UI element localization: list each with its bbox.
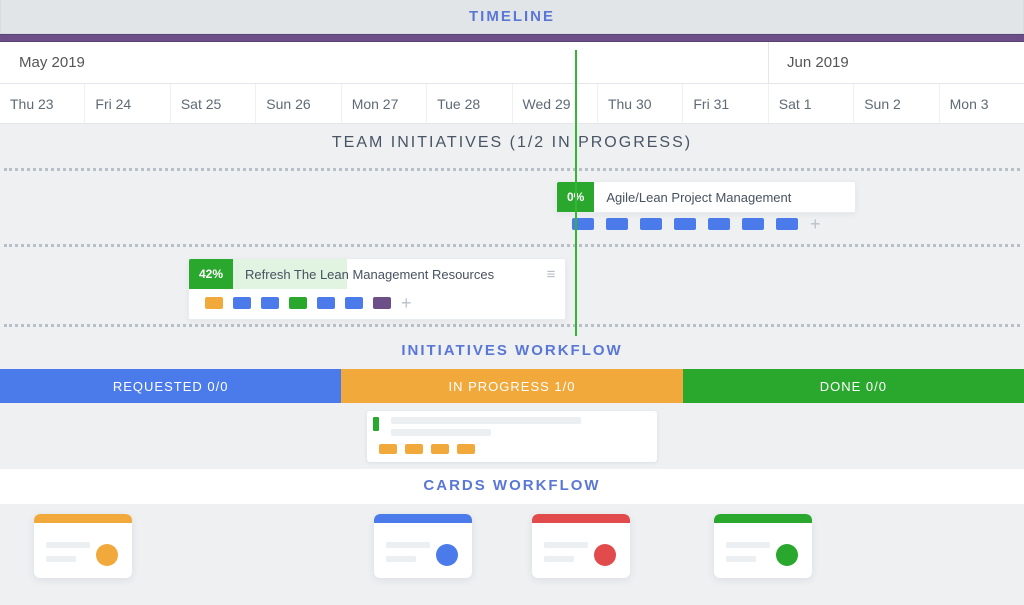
timeline-day[interactable]: Tue 28: [426, 84, 511, 123]
task-chip[interactable]: [742, 218, 764, 230]
workflow-col-in-progress[interactable]: IN PROGRESS 1/0: [341, 369, 682, 403]
task-chip[interactable]: [233, 297, 251, 309]
initiative-title: Refresh The Lean Management Resources: [233, 259, 537, 289]
initiative-chip-row: +: [572, 218, 821, 230]
initiative-chip-row: +: [189, 289, 565, 319]
cards-col[interactable]: [0, 504, 344, 588]
workflow-col-requested[interactable]: REQUESTED 0/0: [0, 369, 341, 403]
placeholder-line: [46, 542, 90, 548]
placeholder-line: [391, 417, 581, 424]
timeline-title: TIMELINE: [469, 8, 555, 25]
swimlane-divider: [4, 168, 1020, 171]
timeline-accent-bar: [0, 34, 1024, 42]
card-tile[interactable]: [374, 514, 472, 578]
menu-icon[interactable]: ≡: [537, 259, 565, 289]
placeholder-line: [386, 542, 430, 548]
workflow-card[interactable]: [367, 411, 657, 462]
initiative-card[interactable]: 42% Refresh The Lean Management Resource…: [188, 258, 566, 320]
placeholder-line: [386, 556, 416, 562]
task-chip[interactable]: [317, 297, 335, 309]
timeline-day-row: Thu 23 Fri 24 Sat 25 Sun 26 Mon 27 Tue 2…: [0, 84, 1024, 124]
task-chip[interactable]: [674, 218, 696, 230]
status-dot-icon: [594, 544, 616, 566]
task-chip[interactable]: [379, 444, 397, 454]
task-chip[interactable]: [205, 297, 223, 309]
timeline-day[interactable]: Wed 29: [512, 84, 597, 123]
add-task-icon[interactable]: +: [810, 218, 821, 230]
cards-col[interactable]: [684, 504, 1024, 588]
placeholder-line: [544, 542, 588, 548]
status-dot-icon: [436, 544, 458, 566]
status-dot-icon: [776, 544, 798, 566]
team-initiatives-heading: TEAM INITIATIVES (1/2 IN PROGRESS): [0, 124, 1024, 164]
swimlane-divider: [4, 324, 1020, 327]
timeline-month-row: May 2019 Jun 2019: [0, 42, 1024, 84]
placeholder-line: [726, 556, 756, 562]
task-chip[interactable]: [373, 297, 391, 309]
task-chip[interactable]: [708, 218, 730, 230]
task-chip[interactable]: [776, 218, 798, 230]
task-chip[interactable]: [606, 218, 628, 230]
swimlane-divider: [4, 244, 1020, 247]
progress-badge: 42%: [189, 259, 233, 289]
timeline-day[interactable]: Mon 27: [341, 84, 426, 123]
workflow-columns-header: REQUESTED 0/0 IN PROGRESS 1/0 DONE 0/0: [0, 369, 1024, 403]
timeline-day[interactable]: Sun 26: [255, 84, 340, 123]
add-task-icon[interactable]: +: [401, 297, 412, 309]
cards-col[interactable]: [344, 504, 684, 588]
initiative-swimlanes[interactable]: 0% Agile/Lean Project Management + 42% R…: [0, 164, 1024, 332]
initiative-header: 42% Refresh The Lean Management Resource…: [189, 259, 565, 289]
timeline-day[interactable]: Fri 24: [84, 84, 169, 123]
status-dot-icon: [96, 544, 118, 566]
card-tile[interactable]: [714, 514, 812, 578]
timeline-month: May 2019: [0, 42, 768, 83]
placeholder-line: [391, 429, 491, 436]
task-chip[interactable]: [572, 218, 594, 230]
workflow-col[interactable]: [0, 403, 341, 467]
workflow-body[interactable]: [0, 403, 1024, 467]
timeline-month: Jun 2019: [768, 42, 1024, 83]
placeholder-line: [46, 556, 76, 562]
workflow-col[interactable]: [341, 403, 682, 467]
initiatives-workflow-heading: INITIATIVES WORKFLOW: [0, 334, 1024, 369]
timeline-day[interactable]: Fri 31: [682, 84, 767, 123]
timeline-header: TIMELINE: [0, 0, 1024, 34]
task-chip[interactable]: [289, 297, 307, 309]
task-chip[interactable]: [405, 444, 423, 454]
timeline-day[interactable]: Thu 30: [597, 84, 682, 123]
timeline-day[interactable]: Sat 25: [170, 84, 255, 123]
task-chip[interactable]: [345, 297, 363, 309]
card-status-bar: [373, 417, 379, 431]
initiative-title: Agile/Lean Project Management: [594, 182, 855, 212]
task-chip[interactable]: [431, 444, 449, 454]
task-chip[interactable]: [261, 297, 279, 309]
card-tile[interactable]: [532, 514, 630, 578]
workflow-col[interactable]: [683, 403, 1024, 467]
timeline-day[interactable]: Mon 3: [939, 84, 1024, 123]
cards-body[interactable]: [0, 504, 1024, 588]
timeline-day[interactable]: Sat 1: [768, 84, 853, 123]
tile-color-bar: [34, 514, 132, 523]
tile-color-bar: [374, 514, 472, 523]
initiative-card[interactable]: 0% Agile/Lean Project Management: [556, 181, 856, 213]
progress-badge: 0%: [557, 182, 594, 212]
task-chip[interactable]: [457, 444, 475, 454]
placeholder-line: [544, 556, 574, 562]
tile-color-bar: [532, 514, 630, 523]
card-tile[interactable]: [34, 514, 132, 578]
cards-workflow-heading: CARDS WORKFLOW: [0, 469, 1024, 504]
timeline-day[interactable]: Thu 23: [0, 84, 84, 123]
task-chip[interactable]: [640, 218, 662, 230]
timeline-day[interactable]: Sun 2: [853, 84, 938, 123]
workflow-col-done[interactable]: DONE 0/0: [683, 369, 1024, 403]
tile-color-bar: [714, 514, 812, 523]
card-chip-row: [375, 444, 647, 454]
initiative-header: 0% Agile/Lean Project Management: [557, 182, 855, 212]
placeholder-line: [726, 542, 770, 548]
